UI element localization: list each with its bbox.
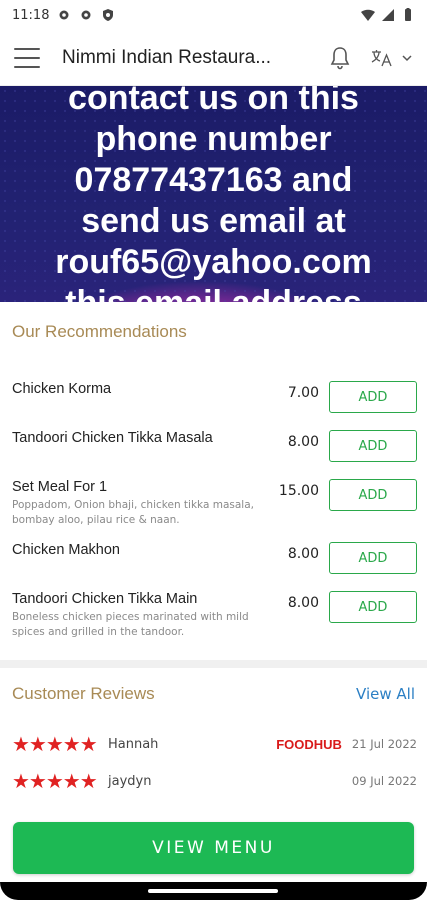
menu-item-price: 8.00	[287, 546, 319, 562]
bell-icon[interactable]	[327, 45, 353, 71]
restaurant-title: Nimmi Indian Restaura...	[62, 46, 272, 68]
menu-icon[interactable]	[14, 47, 40, 68]
menu-item: Set Meal For 1 Poppadom, Onion bhaji, ch…	[12, 479, 417, 528]
wifi-icon	[361, 9, 375, 21]
menu-item: Tandoori Chicken Tikka Masala 8.00 ADD	[12, 430, 417, 462]
add-button[interactable]: ADD	[329, 542, 417, 574]
review-row: ★★★★★ jaydyn 09 Jul 2022	[12, 769, 417, 793]
app-bar: Nimmi Indian Restaura...	[0, 30, 427, 86]
status-bar: 11:18	[0, 0, 427, 30]
reviewer-name: jaydyn	[108, 773, 152, 789]
home-handle[interactable]	[148, 889, 278, 893]
add-button[interactable]: ADD	[329, 479, 417, 511]
menu-item-description: Poppadom, Onion bhaji, chicken tikka mas…	[12, 499, 254, 526]
status-time: 11:18	[12, 7, 50, 23]
banner-line: rouf65@yahoo.com	[55, 243, 372, 281]
menu-item: Tandoori Chicken Tikka Main Boneless chi…	[12, 591, 417, 640]
reviewer-name: Hannah	[108, 736, 159, 752]
menu-item-price: 8.00	[287, 595, 319, 611]
section-title: Customer Reviews	[12, 684, 155, 703]
rating-stars: ★★★★★	[12, 769, 98, 793]
banner-line: send us email at	[81, 202, 346, 240]
signal-icon	[382, 9, 394, 21]
review-date: 09 Jul 2022	[351, 774, 417, 788]
reviews-section: Customer Reviews View All ★★★★★ Hannah F…	[0, 668, 427, 818]
menu-item-price: 15.00	[278, 483, 319, 499]
view-menu-button[interactable]: VIEW MENU	[13, 822, 414, 874]
recommendations-section: Our Recommendations Chicken Korma 7.00 A…	[0, 302, 427, 660]
section-title: Our Recommendations	[12, 322, 187, 341]
review-row: ★★★★★ Hannah FOODHUB 21 Jul 2022	[12, 732, 417, 756]
banner-line: contact us on this	[68, 86, 359, 117]
menu-item-description: Boneless chicken pieces marinated with m…	[12, 611, 249, 638]
battery-icon	[405, 8, 411, 21]
review-date: 21 Jul 2022	[351, 737, 417, 751]
navigation-bar	[0, 882, 427, 900]
bottom-bar: VIEW MENU	[0, 808, 427, 882]
banner-line: this email address	[0, 283, 427, 302]
review-source-logo: FOODHUB	[276, 736, 342, 752]
banner-line: phone number	[95, 120, 332, 158]
view-all-link[interactable]: View All	[356, 685, 415, 703]
reviews-header: Customer Reviews View All	[0, 668, 427, 704]
add-button[interactable]: ADD	[329, 430, 417, 462]
shield-icon	[103, 9, 114, 21]
chevron-down-icon	[402, 54, 412, 61]
section-divider	[0, 660, 427, 668]
banner-text: contact us on this phone number 07877437…	[0, 86, 427, 302]
rating-stars: ★★★★★	[12, 732, 98, 756]
menu-item: Chicken Korma 7.00 ADD	[12, 381, 417, 413]
settings-icon	[59, 10, 69, 20]
language-icon	[371, 49, 392, 66]
menu-item-price: 8.00	[287, 434, 319, 450]
menu-item: Chicken Makhon 8.00 ADD	[12, 542, 417, 574]
language-selector[interactable]	[369, 48, 413, 68]
banner-line: 07877437163 and	[74, 161, 353, 199]
settings-icon	[81, 10, 91, 20]
add-button[interactable]: ADD	[329, 591, 417, 623]
promo-banner: contact us on this phone number 07877437…	[0, 86, 427, 302]
menu-item-price: 7.00	[287, 385, 319, 401]
add-button[interactable]: ADD	[329, 381, 417, 413]
